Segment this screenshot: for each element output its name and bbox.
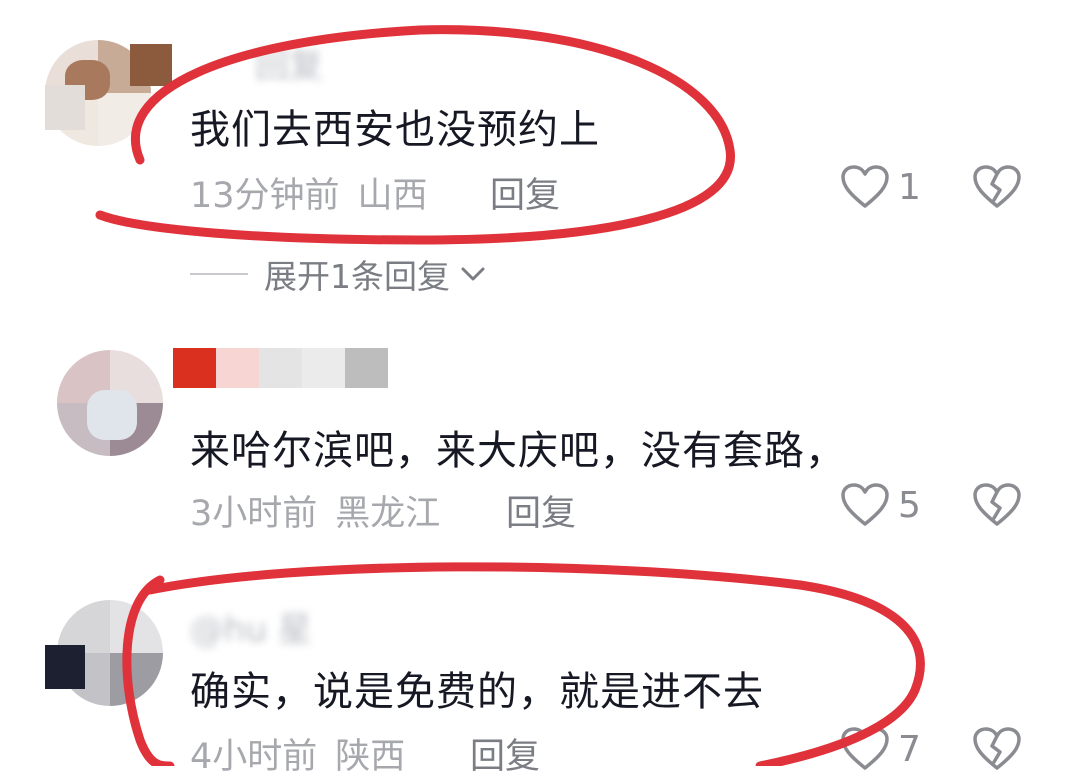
like-button[interactable]: 5 xyxy=(840,482,921,528)
comment-meta: 13分钟前 山西 xyxy=(190,167,446,218)
comment-item-3: @hu 星 确实，说是免费的，就是进不去 4小时前 陕西 回复 7 xyxy=(0,560,1080,777)
expand-replies-label: 展开1条回复 xyxy=(264,257,450,296)
like-count: 1 xyxy=(898,166,921,208)
comment-location: 陕西 xyxy=(335,737,406,777)
like-button[interactable]: 7 xyxy=(840,726,921,772)
comment-meta: 4小时前 陕西 xyxy=(190,728,423,779)
dislike-button[interactable] xyxy=(972,726,1022,776)
mosaic-blur xyxy=(45,645,85,689)
expand-replies[interactable]: 展开1条回复 xyxy=(190,250,486,298)
reply-button[interactable]: 回复 xyxy=(506,485,576,536)
divider xyxy=(190,273,248,275)
chevron-down-icon xyxy=(461,267,485,281)
reply-button[interactable]: 回复 xyxy=(470,728,540,779)
like-count: 7 xyxy=(898,728,921,770)
comment-text: 来哈尔滨吧，来大庆吧，没有套路， xyxy=(190,428,846,474)
mosaic-blur xyxy=(130,44,172,86)
heart-outline-icon xyxy=(841,165,889,208)
comment-location: 山西 xyxy=(357,176,428,216)
comment-time: 4小时前 xyxy=(190,737,318,777)
comment-time: 13分钟前 xyxy=(190,176,340,216)
like-button[interactable]: 1 xyxy=(840,164,921,210)
mosaic-blur xyxy=(45,85,85,130)
username[interactable]: @hu 星 xyxy=(190,602,312,651)
reply-button[interactable]: 回复 xyxy=(490,167,560,218)
broken-heart-icon xyxy=(973,165,1021,208)
comment-time: 3小时前 xyxy=(190,494,318,534)
like-count: 5 xyxy=(898,484,921,526)
dislike-button[interactable] xyxy=(972,164,1022,214)
comment-text: 确实，说是免费的，就是进不去 xyxy=(190,669,764,715)
username-mosaic[interactable] xyxy=(173,348,388,388)
broken-heart-icon xyxy=(973,727,1021,770)
heart-outline-icon xyxy=(841,727,889,770)
comment-text: 我们去西安也没预约上 xyxy=(190,107,600,153)
comment-item-1: 回复 我们去西安也没预约上 13分钟前 山西 回复 1 展开1条回复 xyxy=(0,0,1080,330)
comment-location: 黑龙江 xyxy=(335,494,441,534)
comment-meta: 3小时前 黑龙江 xyxy=(190,485,458,536)
username[interactable]: 回复 xyxy=(255,38,323,87)
dislike-button[interactable] xyxy=(972,482,1022,532)
avatar[interactable] xyxy=(57,350,163,456)
heart-outline-icon xyxy=(841,483,889,526)
broken-heart-icon xyxy=(973,483,1021,526)
comment-item-2: 来哈尔滨吧，来大庆吧，没有套路， 3小时前 黑龙江 回复 5 xyxy=(0,330,1080,560)
